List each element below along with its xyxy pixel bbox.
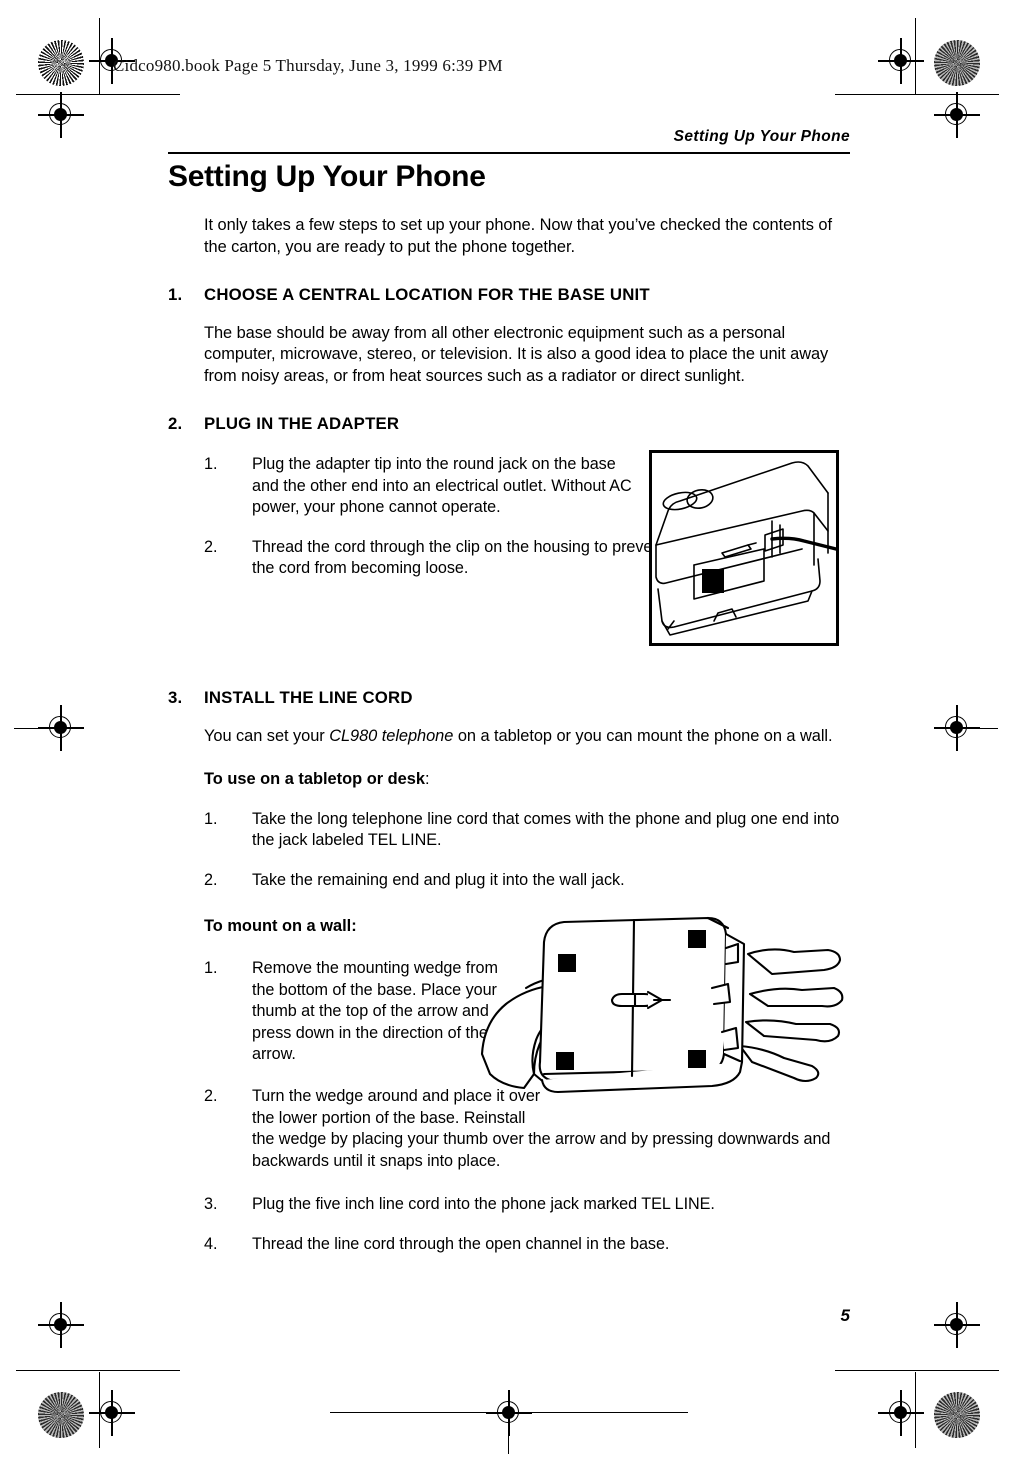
step-title-2: PLUG IN THE ADAPTER [204,414,400,434]
list-item-text: Take the long telephone line cord that c… [252,809,840,850]
lead-text-before: You can set your [204,726,330,745]
running-head: Setting Up Your Phone [673,128,850,145]
registration-mark-bottom-right-inner [878,1390,924,1436]
step-heading-1: 1. CHOOSE A CENTRAL LOCATION FOR THE BAS… [168,285,856,305]
step-3-lead-paragraph: You can set your CL980 telephone on a ta… [168,726,852,748]
registration-mark-bottom-right-outer [934,1302,980,1348]
list-marker: 1. [204,455,218,474]
registration-mark-top-left-outer [38,92,84,138]
list-marker: 2. [204,1086,218,1105]
crop-line-bottom-left-horizontal [16,1370,180,1371]
list-item-text: Thread the cord through the clip on the … [252,537,666,578]
step-number-3: 3. [168,687,183,707]
star-target-top-right [934,40,980,86]
power-cord [770,536,838,551]
step-heading-3: 3. INSTALL THE LINE CORD [168,688,856,708]
list-item: 1. Plug the adapter tip into the round j… [204,454,634,519]
jack-opening [702,569,724,593]
list-marker: 1. [204,809,218,828]
crop-line-bottom-right-horizontal [835,1370,999,1371]
list-item-text: Remove the mounting wedge from the botto… [252,959,498,1064]
list-item-text: Plug the five inch line cord into the ph… [252,1195,715,1214]
intro-paragraph: It only takes a few steps to set up your… [204,216,832,256]
registration-mark-top-right-inner [878,38,924,84]
crop-line-bottom-center-left [330,1412,505,1413]
file-stamp: Cidco980.book Page 5 Thursday, June 3, 1… [113,56,503,75]
list-marker: 2. [204,870,218,889]
list-item-text: Take the remaining end and plug it into … [252,870,625,889]
list-item: 4. Thread the line cord through the open… [204,1234,852,1256]
list-item-text: Thread the line cord through the open ch… [252,1234,670,1253]
rubber-foot [558,954,576,972]
lead-text-after: on a tabletop or you can mount the phone… [453,726,833,745]
step-heading-2: 2. PLUG IN THE ADAPTER [168,414,856,434]
star-target-bottom-right [934,1392,980,1438]
step-title-1: CHOOSE A CENTRAL LOCATION FOR THE BASE U… [204,284,650,304]
crop-line-bottom-center-right [513,1412,688,1413]
document-page: Cidco980.book Page 5 Thursday, June 3, 1… [0,0,1013,1462]
list-item: 1. Remove the mounting wedge from the bo… [204,958,504,1066]
list-item-text: Plug the adapter tip into the round jack… [252,455,632,517]
product-name: CL980 telephone [329,726,454,745]
registration-mark-bottom-left-inner [89,1390,135,1436]
registration-mark-bottom-left-outer [38,1302,84,1348]
subheading-tabletop-text: To use on a tabletop or desk [204,769,426,788]
list-marker: 4. [204,1234,218,1253]
rubber-foot [688,1050,706,1068]
rubber-foot [556,1052,574,1070]
star-target-top-left [38,40,84,86]
page-title: Setting Up Your Phone [168,160,486,193]
rubber-foot [688,930,706,948]
registration-mark-mid-right [934,705,980,751]
registration-mark-mid-left [38,705,84,751]
step-number-2: 2. [168,414,183,434]
tabletop-list: 1. Take the long telephone line cord tha… [168,809,856,892]
list-marker: 1. [204,959,218,978]
step-number-1: 1. [168,284,183,304]
list-item: 2. Thread the cord through the clip on t… [204,537,682,580]
list-item-text-continued: the wedge by placing your thumb over the… [252,1130,831,1170]
figure-phone-base [649,450,839,646]
step-title-3: INSTALL THE LINE CORD [204,687,413,707]
hands-wedge-removal-icon [480,916,844,1094]
list-marker: 2. [204,537,218,556]
step-1-paragraph: The base should be away from all other e… [204,323,829,386]
list-item: 3. Plug the five inch line cord into the… [204,1194,852,1216]
subheading-tabletop-colon: : [425,769,430,788]
figure-wall-mount [472,902,844,1104]
header-rule [168,152,850,155]
subheading-tabletop: To use on a tabletop or desk: [168,770,856,789]
registration-mark-top-right-outer [934,92,980,138]
star-target-bottom-left [38,1392,84,1438]
list-item: 2. Take the remaining end and plug it in… [204,870,852,892]
phone-base-cord-clip-icon [655,461,838,636]
page-number: 5 [840,1306,850,1325]
registration-mark-bottom-center [486,1390,532,1436]
list-marker: 3. [204,1195,218,1214]
list-item: 1. Take the long telephone line cord tha… [204,809,852,852]
